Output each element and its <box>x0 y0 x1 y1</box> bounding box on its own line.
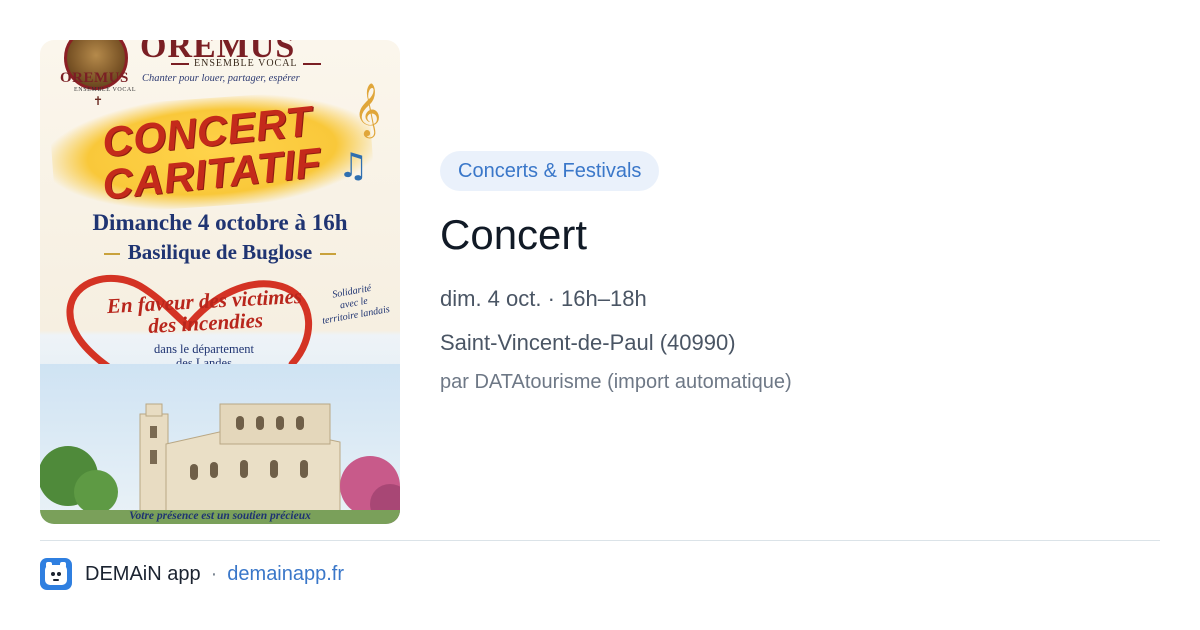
poster-tagline: Chanter pour louer, partager, espérer <box>142 73 300 84</box>
poster-date: Dimanche 4 octobre à 16h <box>92 210 348 235</box>
event-location: Saint-Vincent-de-Paul (40990) <box>440 330 736 355</box>
icon-mouth <box>53 579 59 581</box>
logo-subtext: ENSEMBLE VOCAL <box>74 87 137 93</box>
app-name: DEMAiN app <box>85 562 201 585</box>
footer-bar: DEMAiN app · demainapp.fr <box>40 558 344 590</box>
poster-venue: Basilique de Buglose <box>40 240 400 265</box>
poster-brand-sub: ENSEMBLE VOCAL <box>166 58 326 69</box>
app-logo-icon <box>40 558 72 590</box>
footer-divider <box>40 540 1160 541</box>
event-datetime: dim. 4 oct. · 16h–18h <box>440 286 647 311</box>
category-badge[interactable]: Concerts & Festivals <box>440 151 660 191</box>
logo-text: OREMUS <box>60 70 129 86</box>
icon-face <box>45 565 67 585</box>
treble-clef-icon: 𝄞 <box>354 82 382 136</box>
basilica-illustration <box>40 364 400 524</box>
music-notes-icon: ♫ <box>338 146 369 186</box>
icon-eye-left <box>51 572 55 576</box>
event-poster: OREMUS ENSEMBLE VOCAL ✝ OREMUS ENSEMBLE … <box>40 40 400 524</box>
app-website-link[interactable]: demainapp.fr <box>227 563 344 586</box>
footer-separator: · <box>210 562 218 585</box>
cause-sub-line1: dans le département <box>154 342 254 356</box>
icon-eye-right <box>57 572 61 576</box>
event-source: par DATAtourisme (import automatique) <box>440 371 792 393</box>
event-title: Concert <box>440 211 588 258</box>
poster-footer: Votre présence est un soutien précieux <box>129 510 311 522</box>
event-details: Concerts & Festivals Concert dim. 4 oct.… <box>440 151 1160 395</box>
poster-solidarity: Solidarité avec le territoire landais <box>310 279 399 329</box>
